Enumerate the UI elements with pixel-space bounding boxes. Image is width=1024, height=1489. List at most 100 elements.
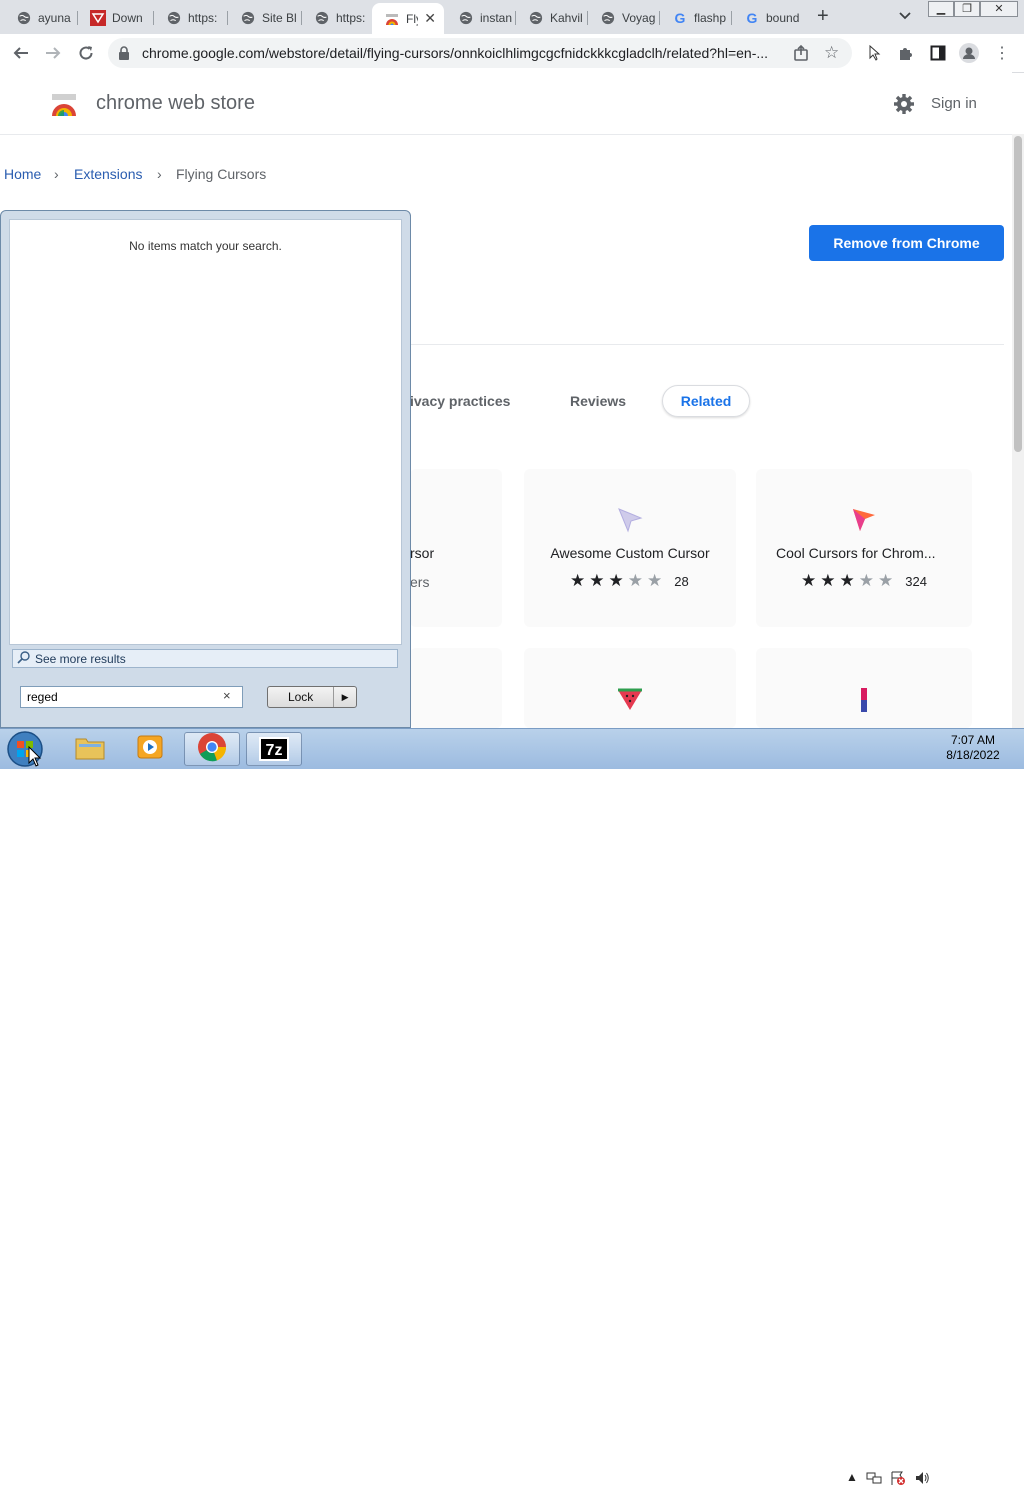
system-clock[interactable]: 7:07 AM 8/18/2022 bbox=[940, 733, 1006, 763]
side-panel-icon[interactable] bbox=[928, 43, 948, 63]
card-name: Awesome Custom Cursor bbox=[550, 545, 710, 561]
browser-tab[interactable]: ayuna bbox=[4, 4, 78, 32]
store-title[interactable]: chrome web store bbox=[96, 92, 255, 115]
back-arrow-icon[interactable] bbox=[11, 43, 31, 63]
globe-icon bbox=[240, 10, 256, 26]
new-tab-button[interactable]: + bbox=[817, 5, 829, 28]
webstore-logo-icon[interactable] bbox=[50, 90, 78, 118]
chevron-right-icon: › bbox=[157, 166, 162, 182]
star-icon: ★ bbox=[627, 571, 643, 590]
bookmark-star-icon[interactable]: ☆ bbox=[824, 43, 839, 63]
star-icon: ★ bbox=[820, 571, 836, 590]
media-player-taskbar-button[interactable] bbox=[122, 732, 178, 766]
extension-card[interactable] bbox=[410, 648, 502, 728]
see-more-label: See more results bbox=[35, 651, 126, 666]
star-icon: ★ bbox=[801, 571, 817, 590]
taskbar: 7z ▲ bbox=[0, 728, 1024, 1485]
profile-avatar-icon[interactable] bbox=[959, 43, 979, 63]
star-icon: ★ bbox=[570, 571, 586, 590]
extension-card[interactable]: Awesome Custom Cursor ★ ★ ★ ★ ★ 28 bbox=[524, 469, 736, 627]
star-icon: ★ bbox=[608, 571, 624, 590]
lock-button-label[interactable]: Lock bbox=[268, 687, 335, 707]
tab-title: Down bbox=[112, 11, 143, 25]
clock-date: 8/18/2022 bbox=[946, 748, 1000, 762]
card-name: rsor bbox=[410, 545, 435, 561]
breadcrumb-extensions[interactable]: Extensions bbox=[74, 166, 142, 182]
7zip-taskbar-button[interactable]: 7z bbox=[246, 732, 302, 766]
scrollbar-thumb[interactable] bbox=[1014, 136, 1022, 452]
browser-tab[interactable]: Site Bl bbox=[228, 4, 302, 32]
browser-tab[interactable]: G flashp bbox=[660, 4, 732, 32]
cursor-arrow-icon bbox=[616, 506, 644, 539]
globe-icon bbox=[314, 10, 330, 26]
rating-stars: ★ ★ ★ ★ ★ 28 bbox=[570, 571, 689, 591]
media-player-icon bbox=[135, 733, 165, 766]
divider bbox=[410, 344, 1004, 345]
lock-icon[interactable] bbox=[118, 46, 130, 60]
minimize-button[interactable]: ▁ bbox=[928, 1, 954, 17]
network-icon[interactable] bbox=[866, 1470, 882, 1489]
volume-icon[interactable] bbox=[914, 1470, 930, 1489]
tab-related[interactable]: Related bbox=[662, 385, 750, 417]
globe-icon bbox=[528, 10, 544, 26]
browser-tab[interactable]: G bound bbox=[732, 4, 806, 32]
kebab-menu-icon[interactable]: ⋮ bbox=[992, 43, 1012, 63]
cursor-extension-icon[interactable] bbox=[864, 43, 884, 63]
star-icon: ★ bbox=[858, 571, 874, 590]
breadcrumb-home[interactable]: Home bbox=[4, 166, 41, 182]
remove-from-chrome-button[interactable]: Remove from Chrome bbox=[809, 225, 1004, 261]
breadcrumb-current: Flying Cursors bbox=[176, 166, 267, 182]
url-text[interactable]: chrome.google.com/webstore/detail/flying… bbox=[142, 45, 782, 61]
extension-card[interactable]: Cool Cursors for Chrom... ★ ★ ★ ★ ★ 324 bbox=[756, 469, 972, 627]
browser-tab[interactable]: instan bbox=[446, 4, 516, 32]
browser-tab[interactable]: Down bbox=[78, 4, 154, 32]
restore-button[interactable]: ❐ bbox=[954, 1, 980, 17]
browser-tab[interactable]: https: bbox=[302, 4, 374, 32]
browser-tab-active[interactable]: Fly ✕ bbox=[372, 3, 444, 34]
show-hidden-icons-arrow[interactable]: ▲ bbox=[846, 1470, 858, 1484]
start-menu-results-pane bbox=[9, 219, 402, 645]
share-icon[interactable] bbox=[792, 44, 810, 67]
explorer-taskbar-button[interactable] bbox=[62, 732, 118, 766]
close-window-button[interactable]: ✕ bbox=[980, 1, 1018, 17]
star-icon: ★ bbox=[839, 571, 855, 590]
tab-privacy-practices[interactable]: ivacy practices bbox=[410, 393, 510, 409]
tab-reviews[interactable]: Reviews bbox=[570, 393, 626, 409]
tab-search-icon[interactable] bbox=[898, 8, 912, 22]
star-icon: ★ bbox=[878, 571, 894, 590]
globe-icon bbox=[166, 10, 182, 26]
forward-arrow-icon[interactable] bbox=[43, 43, 63, 63]
reload-icon[interactable] bbox=[76, 43, 96, 63]
webstore-icon bbox=[384, 11, 400, 27]
extensions-puzzle-icon[interactable] bbox=[896, 43, 916, 63]
google-icon: G bbox=[746, 10, 758, 26]
card-subtext: ers bbox=[410, 574, 430, 590]
tab-title: bound bbox=[766, 11, 800, 25]
store-header: chrome web store Sign in bbox=[0, 72, 1012, 135]
clock-time: 7:07 AM bbox=[950, 733, 996, 747]
extension-card[interactable]: rsor ers bbox=[410, 469, 502, 627]
7zip-icon: 7z bbox=[259, 737, 289, 761]
close-icon[interactable]: ✕ bbox=[424, 10, 436, 27]
watermelon-icon bbox=[616, 686, 644, 717]
action-center-flag-icon[interactable] bbox=[890, 1470, 906, 1489]
tab-title: https: bbox=[336, 11, 366, 25]
see-more-results-link[interactable]: See more results bbox=[12, 649, 398, 668]
address-bar[interactable]: chrome.google.com/webstore/detail/flying… bbox=[108, 38, 852, 68]
tab-strip: ayuna Down https: Site Bl https: Fly ✕ i… bbox=[0, 0, 1024, 34]
browser-tab[interactable]: https: bbox=[154, 4, 228, 32]
extension-card[interactable] bbox=[756, 648, 972, 728]
power-options-arrow-icon[interactable]: ▶ bbox=[334, 687, 356, 707]
browser-tab[interactable]: Voyag bbox=[588, 4, 660, 32]
browser-tab[interactable]: Kahvil bbox=[516, 4, 588, 32]
text-cursor-icon bbox=[860, 688, 868, 717]
extension-card[interactable] bbox=[524, 648, 736, 728]
clear-search-icon[interactable]: × bbox=[223, 688, 231, 703]
lock-button[interactable]: Lock ▶ bbox=[267, 686, 357, 708]
start-search-input[interactable] bbox=[20, 686, 243, 708]
tab-title: instan bbox=[480, 11, 513, 25]
tab-title: flashp bbox=[694, 11, 727, 25]
gear-icon[interactable] bbox=[893, 93, 915, 115]
sign-in-link[interactable]: Sign in bbox=[931, 95, 977, 112]
chrome-taskbar-button[interactable] bbox=[184, 732, 240, 766]
